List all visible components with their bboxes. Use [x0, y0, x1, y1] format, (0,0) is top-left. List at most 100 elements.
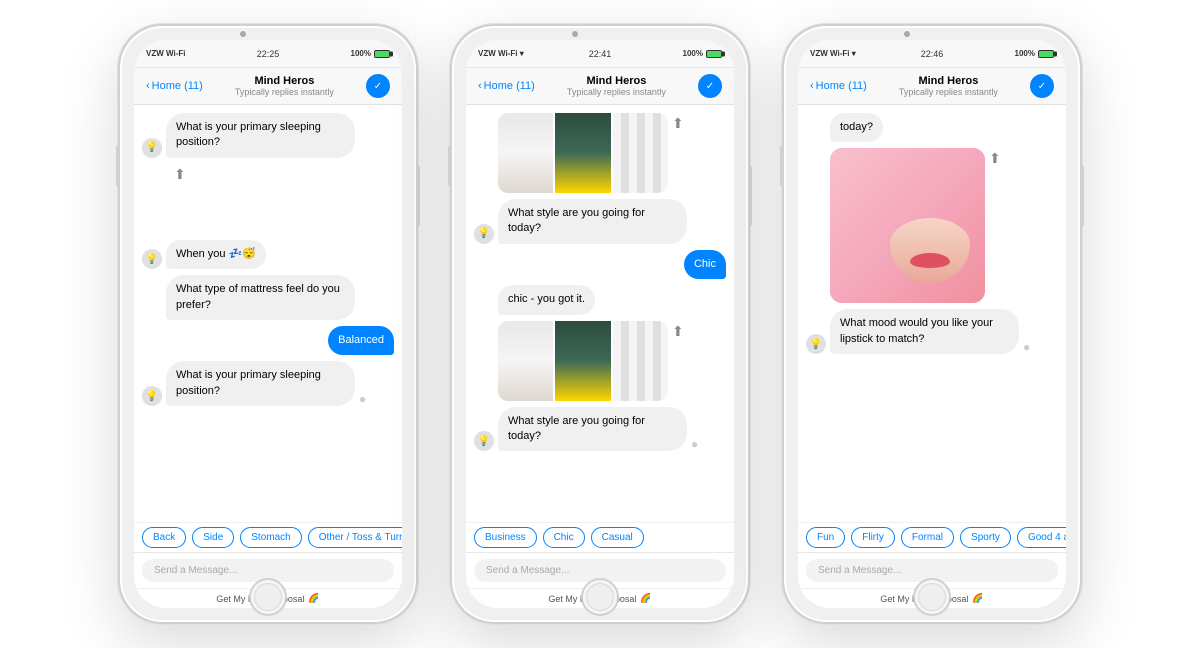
chat-name: Mind Heros	[875, 75, 1022, 87]
lipstick-image	[830, 148, 985, 303]
fashion-image-6	[613, 321, 668, 401]
phone-3-status-bar: VZW Wi-Fi ▾ 22:46 100%	[798, 40, 1066, 68]
user-message-row: Chic	[474, 250, 726, 279]
bot-message: What mood would you like your lipstick t…	[830, 309, 1019, 354]
time-display: 22:41	[589, 49, 612, 59]
message-row: 💡 What is your primary sleeping position…	[142, 113, 394, 158]
phone-1-header: ‹ Home (11) Mind Heros Typically replies…	[134, 68, 402, 105]
chat-sub: Typically replies instantly	[875, 87, 1022, 97]
chat-sub: Typically replies instantly	[543, 87, 690, 97]
fashion-grid-2	[498, 321, 668, 401]
share-icon[interactable]: ⬆	[672, 115, 684, 132]
signal-status: VZW Wi-Fi ▾	[810, 49, 856, 58]
fashion-image-4	[498, 321, 553, 401]
header-center: Mind Heros Typically replies instantly	[875, 75, 1022, 97]
qr-formal[interactable]: Formal	[901, 527, 954, 548]
bot-avatar: 💡	[474, 431, 494, 451]
phone-3: VZW Wi-Fi ▾ 22:46 100% ‹ Home (11) Mind …	[782, 24, 1082, 624]
back-button[interactable]: ‹ Home (11)	[478, 80, 535, 92]
qr-stomach[interactable]: Stomach	[240, 527, 301, 548]
message-row: 💡 What is your primary sleeping position…	[142, 361, 394, 406]
qr-sporty[interactable]: Sporty	[960, 527, 1011, 548]
phone-2-screen: VZW Wi-Fi ▾ 22:41 100% ‹ Home (11) Mind …	[466, 40, 734, 608]
qr-chic[interactable]: Chic	[543, 527, 585, 548]
lipstick-image-share: ⬆	[830, 148, 1001, 303]
share-icon[interactable]: ⬆	[174, 166, 186, 183]
phone-1-home-button[interactable]	[249, 578, 287, 616]
battery-status: 100%	[683, 49, 722, 58]
home-button-inner	[918, 583, 946, 611]
check-button[interactable]: ✓	[366, 74, 390, 98]
fashion-image-2	[555, 113, 610, 193]
bot-message: What is your primary sleeping position?	[166, 113, 355, 158]
check-button[interactable]: ✓	[698, 74, 722, 98]
lips	[910, 253, 950, 268]
phone-2-home-button[interactable]	[581, 578, 619, 616]
lipstick-image-row: ⬆	[806, 148, 1058, 303]
header-center: Mind Heros Typically replies instantly	[211, 75, 358, 97]
message-row: today?	[806, 113, 1058, 142]
phone-3-chat: today?	[798, 105, 1066, 522]
phone-3-quick-replies: Fun Flirty Formal Sporty Good 4 all	[798, 522, 1066, 552]
message-row: 💡 When you 💤😴	[142, 240, 394, 269]
header-actions: ✓	[366, 74, 390, 98]
user-message-row: Balanced	[142, 326, 394, 355]
chat-name: Mind Heros	[211, 75, 358, 87]
phone-3-frame: VZW Wi-Fi ▾ 22:46 100% ‹ Home (11) Mind …	[782, 24, 1082, 624]
image-share: ⬆	[166, 164, 186, 234]
time-display: 22:46	[921, 49, 944, 59]
read-receipt: ●	[359, 392, 366, 406]
image-share-2: ⬆	[498, 321, 684, 401]
phone-1-status-bar: VZW Wi-Fi 22:25 100%	[134, 40, 402, 68]
qr-casual[interactable]: Casual	[591, 527, 644, 548]
read-receipt: ●	[1023, 340, 1030, 354]
bot-message: chic - you got it.	[498, 285, 595, 314]
phone-1-screen: VZW Wi-Fi 22:25 100% ‹ Home (11) Mind He…	[134, 40, 402, 608]
back-button[interactable]: ‹ Home (11)	[810, 80, 867, 92]
bot-avatar: 💡	[806, 334, 826, 354]
phone-1-frame: VZW Wi-Fi 22:25 100% ‹ Home (11) Mind He…	[118, 24, 418, 624]
image-row-2: ⬆	[474, 321, 726, 401]
qr-back[interactable]: Back	[142, 527, 186, 548]
home-button-inner	[254, 583, 282, 611]
header-center: Mind Heros Typically replies instantly	[543, 75, 690, 97]
signal-status: VZW Wi-Fi ▾	[478, 49, 524, 58]
phone-1-quick-replies: Back Side Stomach Other / Toss & Turn	[134, 522, 402, 552]
qr-side[interactable]: Side	[192, 527, 234, 548]
phone-2-quick-replies: Business Chic Casual	[466, 522, 734, 552]
chat-name: Mind Heros	[543, 75, 690, 87]
phone-1: VZW Wi-Fi 22:25 100% ‹ Home (11) Mind He…	[118, 24, 418, 624]
qr-fun[interactable]: Fun	[806, 527, 845, 548]
share-icon-3[interactable]: ⬆	[989, 150, 1001, 167]
read-receipt: ●	[691, 437, 698, 451]
home-button-inner	[586, 583, 614, 611]
message-row: 💡 What style are you going for today? ●	[474, 407, 726, 452]
bot-avatar: 💡	[142, 386, 162, 406]
phone-3-screen: VZW Wi-Fi ▾ 22:46 100% ‹ Home (11) Mind …	[798, 40, 1066, 608]
header-actions: ✓	[1030, 74, 1054, 98]
phone-2: VZW Wi-Fi ▾ 22:41 100% ‹ Home (11) Mind …	[450, 24, 750, 624]
phone-2-status-bar: VZW Wi-Fi ▾ 22:41 100%	[466, 40, 734, 68]
back-button[interactable]: ‹ Home (11)	[146, 80, 203, 92]
phone-3-home-button[interactable]	[913, 578, 951, 616]
message-row: chic - you got it.	[474, 285, 726, 314]
message-row: 💡 What mood would you like your lipstick…	[806, 309, 1058, 354]
bot-message: What style are you going for today?	[498, 407, 687, 452]
image-row: ⬆	[142, 164, 394, 234]
battery-icon	[374, 50, 390, 58]
header-actions: ✓	[698, 74, 722, 98]
qr-other[interactable]: Other / Toss & Turn	[308, 527, 402, 548]
share-icon-2[interactable]: ⬆	[672, 323, 684, 340]
qr-flirty[interactable]: Flirty	[851, 527, 895, 548]
phone-1-chat: 💡 What is your primary sleeping position…	[134, 105, 402, 522]
bot-avatar: 💡	[474, 224, 494, 244]
qr-business[interactable]: Business	[474, 527, 537, 548]
bot-message: When you 💤😴	[166, 240, 266, 269]
phone-2-chat: ⬆ 💡 What style are you going for today? …	[466, 105, 734, 522]
message-row: 💡 What style are you going for today?	[474, 199, 726, 244]
check-button[interactable]: ✓	[1030, 74, 1054, 98]
qr-good4all[interactable]: Good 4 all	[1017, 527, 1066, 548]
image-row: ⬆	[474, 113, 726, 193]
bot-message: What style are you going for today?	[498, 199, 687, 244]
time-display: 22:25	[257, 49, 280, 59]
